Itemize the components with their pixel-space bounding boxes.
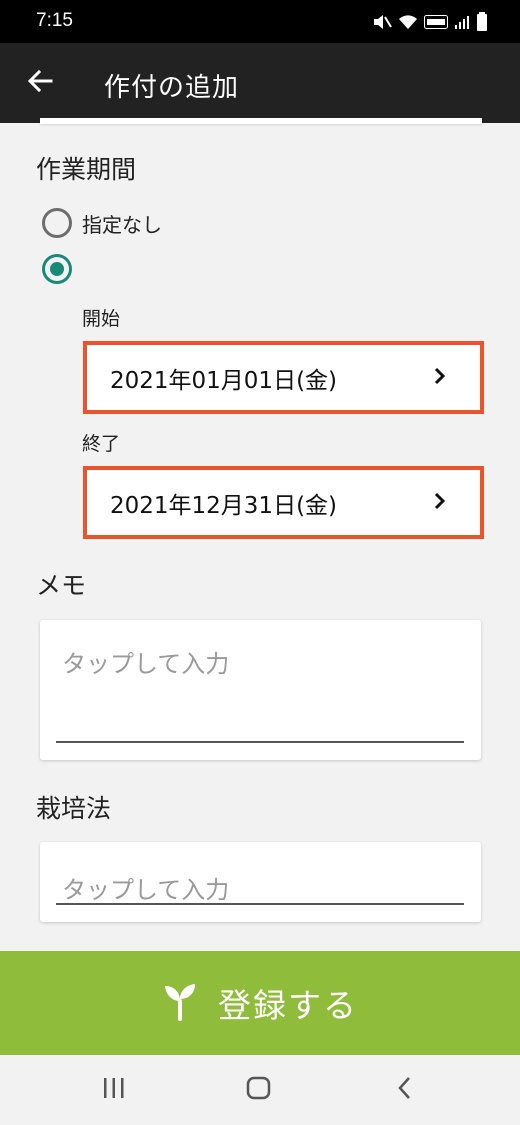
radio-button[interactable] [42, 208, 72, 238]
end-date-field[interactable]: 2021年12月31日(金) [83, 466, 484, 539]
cultivation-underline [56, 903, 464, 905]
status-time: 7:15 [36, 10, 73, 31]
cultivation-card: タップして入力 [40, 842, 481, 922]
page-title: 作付の追加 [104, 73, 240, 103]
radio-no-period[interactable]: 指定なし [42, 208, 162, 238]
volte-icon [424, 15, 448, 29]
status-icons [372, 12, 488, 32]
recent-apps-button[interactable] [94, 1073, 134, 1107]
memo-underline [56, 741, 464, 743]
chevron-left-icon [397, 1076, 413, 1104]
start-date-field[interactable]: 2021年01月01日(金) [83, 341, 484, 414]
radio-button-checked[interactable] [42, 254, 72, 284]
start-date-value: 2021年01月01日(金) [110, 367, 338, 394]
arrow-left-icon [27, 69, 53, 97]
mute-icon [372, 13, 392, 31]
cultivation-label: 栽培法 [36, 794, 112, 823]
memo-input[interactable]: タップして入力 [62, 644, 229, 679]
home-button[interactable] [239, 1073, 279, 1107]
radio-no-period-label: 指定なし [82, 212, 162, 237]
register-button-label: 登録する [218, 986, 358, 1025]
wifi-icon [398, 13, 418, 31]
register-button[interactable]: 登録する [0, 951, 520, 1055]
end-date-value: 2021年12月31日(金) [110, 492, 338, 519]
status-bar: 7:15 [0, 0, 520, 43]
memo-card: タップして入力 [40, 620, 481, 760]
battery-icon [476, 12, 488, 32]
signal-icon [454, 14, 470, 30]
chevron-right-icon [434, 367, 446, 389]
period-label: 作業期間 [36, 155, 137, 184]
system-back-button[interactable] [385, 1073, 425, 1107]
memo-label: メモ [36, 571, 87, 600]
app-bar: 作付の追加 [0, 43, 520, 123]
radio-specify-period[interactable] [42, 254, 72, 284]
card-edge [40, 118, 482, 124]
back-button[interactable] [20, 63, 60, 103]
start-label: 開始 [82, 308, 121, 330]
cultivation-input[interactable]: タップして入力 [62, 870, 229, 905]
sprout-icon [162, 981, 198, 1025]
home-icon [246, 1076, 272, 1104]
end-label: 終了 [82, 433, 121, 455]
recent-apps-icon [102, 1077, 126, 1103]
chevron-right-icon [434, 492, 446, 514]
navigation-bar [0, 1055, 520, 1125]
